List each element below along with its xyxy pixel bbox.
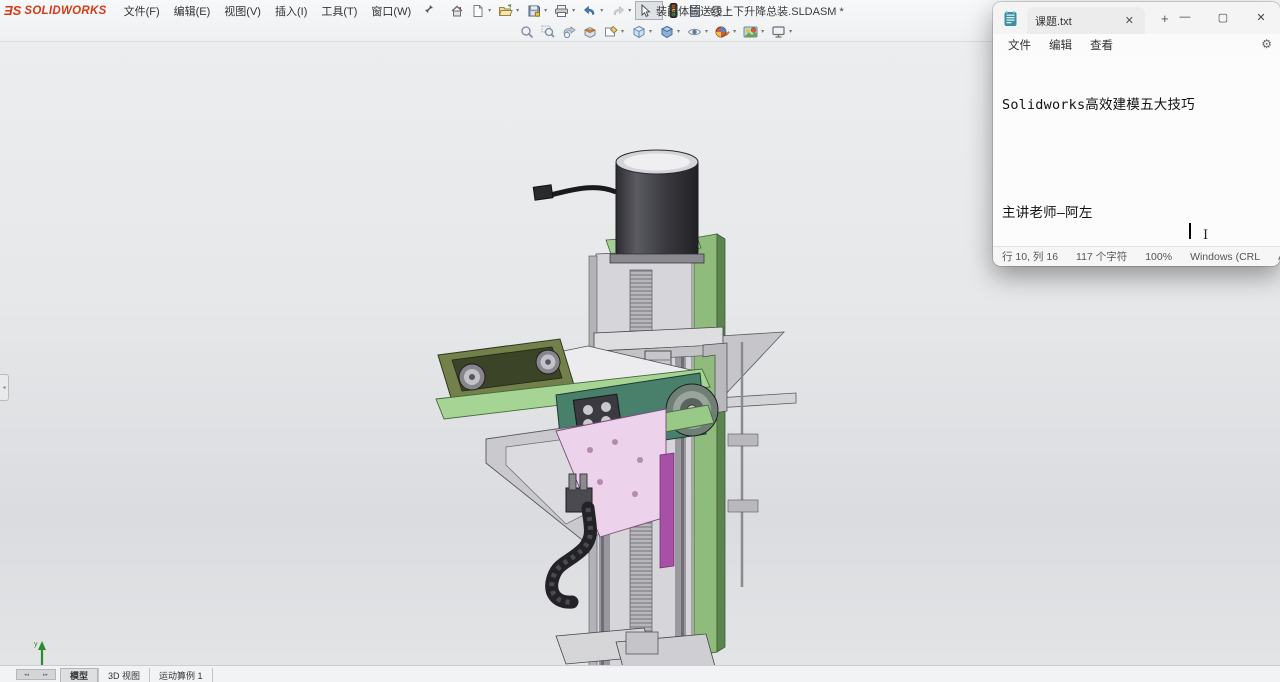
hide-show-eye-icon bbox=[686, 24, 703, 40]
3d-drawing-view-icon bbox=[602, 24, 619, 40]
notepad-window: 课题.txt ✕ + — ▢ ✕ 文件 编辑 查看 ⚙ Solidworks高效… bbox=[993, 2, 1280, 266]
notepad-menu-file[interactable]: 文件 bbox=[999, 35, 1040, 55]
menu-insert[interactable]: 插入(I) bbox=[268, 1, 314, 21]
maximize-button[interactable]: ▢ bbox=[1204, 2, 1242, 32]
dropdown-arrow-icon[interactable]: ▾ bbox=[675, 28, 682, 35]
edit-appearance-button[interactable]: ▾ bbox=[712, 22, 740, 41]
pin-menu-icon[interactable] bbox=[424, 4, 434, 17]
dropdown-arrow-icon[interactable]: ▾ bbox=[514, 7, 521, 14]
display-style-button[interactable]: ▾ bbox=[656, 22, 684, 41]
dropdown-arrow-icon[interactable]: ▾ bbox=[542, 7, 549, 14]
dropdown-arrow-icon[interactable]: ▾ bbox=[570, 7, 577, 14]
menu-window[interactable]: 窗口(W) bbox=[364, 1, 418, 21]
apply-scene-icon bbox=[742, 24, 759, 40]
open-folder-icon bbox=[497, 3, 514, 19]
dropdown-arrow-icon[interactable]: ▾ bbox=[759, 28, 766, 35]
document-tab-bar: ◂◂ ▸▸ 模型 3D 视图 运动算例 1 bbox=[0, 665, 1280, 682]
new-document-button[interactable]: ▾ bbox=[467, 1, 495, 20]
status-encoding[interactable]: ANSI bbox=[1269, 251, 1280, 263]
text-caret bbox=[1189, 223, 1191, 239]
notepad-menu-view[interactable]: 查看 bbox=[1081, 35, 1122, 55]
notepad-settings-gear-icon[interactable]: ⚙ bbox=[1261, 37, 1272, 51]
3d-drawing-view-button[interactable]: ▾ bbox=[600, 22, 628, 41]
zoom-fit-button[interactable] bbox=[516, 22, 537, 41]
status-line-col: 行 10, 列 16 bbox=[1002, 251, 1059, 263]
dropdown-arrow-icon[interactable]: ▾ bbox=[647, 28, 654, 35]
status-char-count: 117 个字符 bbox=[1076, 251, 1128, 263]
undo-icon bbox=[581, 3, 598, 19]
notepad-statusbar: 行 10, 列 16 117 个字符 100% Windows (CRL ANS… bbox=[993, 246, 1280, 266]
close-button[interactable]: ✕ bbox=[1242, 2, 1280, 32]
print-icon bbox=[553, 3, 570, 19]
notepad-titlebar[interactable]: 课题.txt ✕ + — ▢ ✕ bbox=[993, 2, 1280, 34]
display-style-icon bbox=[658, 24, 675, 40]
save-button[interactable]: ▾ bbox=[523, 1, 551, 20]
apply-scene-button[interactable]: ▾ bbox=[740, 22, 768, 41]
dropdown-arrow-icon[interactable]: ▾ bbox=[486, 7, 493, 14]
menu-tools[interactable]: 工具(T) bbox=[314, 1, 364, 21]
home-icon bbox=[448, 3, 465, 19]
editor-line: 主讲老师—阿左 bbox=[1002, 205, 1093, 221]
view-orientation-icon bbox=[630, 24, 647, 40]
tab-motion-study-1[interactable]: 运动算例 1 bbox=[149, 668, 213, 682]
edit-appearance-icon bbox=[714, 24, 731, 40]
document-title: 装配体输送线上下升降总装.SLDASM * bbox=[656, 6, 844, 18]
section-view-icon bbox=[581, 24, 598, 40]
menu-edit[interactable]: 编辑(E) bbox=[167, 1, 218, 21]
menu-view[interactable]: 视图(V) bbox=[217, 1, 268, 21]
open-button[interactable]: ▾ bbox=[495, 1, 523, 20]
previous-view-icon bbox=[560, 24, 577, 40]
notepad-file-tab[interactable]: 课题.txt ✕ bbox=[1027, 7, 1145, 34]
view-toolbar: ▾ ▾ ▾ ▾ ▾ ▾ ▾ bbox=[516, 21, 796, 42]
tab-3d-views[interactable]: 3D 视图 bbox=[98, 668, 149, 682]
dropdown-arrow-icon[interactable]: ▾ bbox=[787, 28, 794, 35]
menu-file[interactable]: 文件(F) bbox=[117, 1, 167, 21]
hide-show-items-button[interactable]: ▾ bbox=[684, 22, 712, 41]
view-settings-monitor-icon bbox=[770, 24, 787, 40]
triad-y-label: y bbox=[34, 641, 38, 648]
ds-logo-icon: ƎS bbox=[4, 3, 22, 18]
scroll-right-icon: ▸▸ bbox=[42, 671, 49, 678]
stepper-motor bbox=[532, 149, 705, 264]
status-line-ending[interactable]: Windows (CRL bbox=[1181, 251, 1269, 263]
tab-close-icon[interactable]: ✕ bbox=[1122, 14, 1137, 27]
notepad-editor[interactable]: Solidworks高效建模五大技巧 主讲老师—阿左 课堂内容: 1、快捷键设置… bbox=[993, 56, 1280, 246]
tab-scroll-control[interactable]: ◂◂ ▸▸ bbox=[16, 669, 56, 680]
previous-view-button[interactable] bbox=[558, 22, 579, 41]
notepad-app-icon bbox=[1003, 10, 1018, 32]
solidworks-logo: ƎS SOLIDWORKS bbox=[0, 3, 117, 18]
notepad-tab-title: 课题.txt bbox=[1035, 15, 1072, 28]
notepad-menu-edit[interactable]: 编辑 bbox=[1040, 35, 1081, 55]
section-view-button[interactable] bbox=[579, 22, 600, 41]
solidworks-wordmark: SOLIDWORKS bbox=[24, 4, 107, 17]
print-button[interactable]: ▾ bbox=[551, 1, 579, 20]
dropdown-arrow-icon[interactable]: ▾ bbox=[619, 28, 626, 35]
zoom-area-button[interactable] bbox=[537, 22, 558, 41]
minimize-button[interactable]: — bbox=[1166, 2, 1204, 32]
dropdown-arrow-icon[interactable]: ▾ bbox=[703, 28, 710, 35]
zoom-area-icon bbox=[539, 24, 556, 40]
view-orientation-button[interactable]: ▾ bbox=[628, 22, 656, 41]
solidworks-window: ƎS SOLIDWORKS 文件(F) 编辑(E) 视图(V) 插入(I) 工具… bbox=[0, 0, 1280, 682]
status-zoom[interactable]: 100% bbox=[1136, 251, 1181, 263]
tab-model[interactable]: 模型 bbox=[60, 668, 99, 682]
notepad-menubar: 文件 编辑 查看 ⚙ bbox=[993, 34, 1280, 56]
save-icon bbox=[525, 3, 542, 19]
dropdown-arrow-icon[interactable]: ▾ bbox=[731, 28, 738, 35]
assembly-3d-model[interactable] bbox=[400, 102, 820, 682]
editor-line: Solidworks高效建模五大技巧 bbox=[1002, 97, 1195, 113]
menu-bar: 文件(F) 编辑(E) 视图(V) 插入(I) 工具(T) 窗口(W) bbox=[117, 1, 441, 21]
new-document-icon bbox=[469, 3, 486, 19]
home-button[interactable] bbox=[446, 1, 467, 20]
view-settings-button[interactable]: ▾ bbox=[768, 22, 796, 41]
zoom-fit-icon bbox=[518, 24, 535, 40]
feature-tree-flyout-tab[interactable]: ◂ bbox=[0, 374, 9, 401]
scroll-left-icon: ◂◂ bbox=[23, 671, 30, 678]
ibeam-mouse-cursor: I bbox=[1203, 228, 1209, 243]
